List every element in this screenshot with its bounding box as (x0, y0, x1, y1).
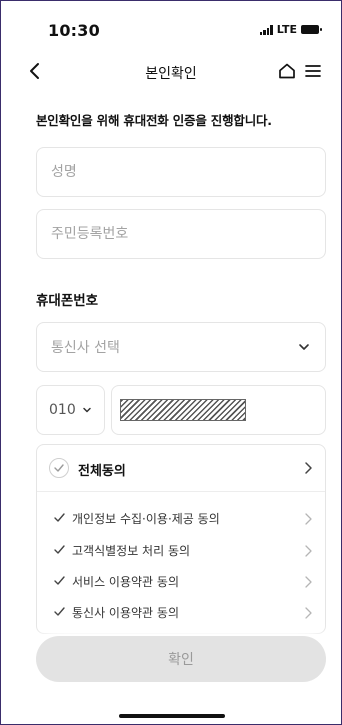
agreement-item-identity[interactable]: 고객식별정보 처리 동의 (37, 538, 325, 564)
chevron-right-icon[interactable] (303, 606, 313, 620)
agreement-label: 서비스 이용약관 동의 (72, 575, 179, 589)
check-icon (54, 576, 65, 585)
network-label: LTE (276, 23, 297, 36)
menu-icon[interactable] (303, 61, 323, 81)
phone-prefix-value: 010 (49, 402, 76, 418)
masked-phone-number (120, 399, 246, 421)
status-indicators: LTE (259, 23, 322, 36)
chevron-down-icon (299, 344, 309, 350)
chevron-down-icon (82, 407, 91, 413)
agreement-item-privacy[interactable]: 개인정보 수집·이용·제공 동의 (37, 506, 325, 532)
agree-all-label: 전체동의 (78, 464, 126, 479)
check-icon (54, 545, 65, 554)
agreement-item-service[interactable]: 서비스 이용약관 동의 (37, 569, 325, 595)
circle-check-icon[interactable] (49, 458, 69, 478)
name-field[interactable] (37, 148, 325, 196)
agreement-label: 통신사 이용약관 동의 (72, 606, 179, 620)
phone-section-label: 휴대폰번호 (36, 293, 99, 309)
phone-screen: 10:30 LTE 본인확인 본인확인을 위해 휴대전화 인증을 진행합니다. (0, 0, 342, 725)
signal-icon (259, 24, 273, 35)
rrn-field[interactable] (37, 210, 325, 258)
header: 본인확인 (1, 53, 341, 93)
home-icon[interactable] (277, 61, 297, 81)
battery-icon (301, 25, 322, 34)
carrier-select-text: 통신사 선택 (51, 340, 120, 356)
agree-all-row[interactable]: 전체동의 (37, 445, 325, 492)
confirm-button[interactable]: 확인 (36, 636, 326, 682)
phone-number-input[interactable] (111, 385, 326, 435)
intro-text: 본인확인을 위해 휴대전화 인증을 진행합니다. (36, 113, 272, 128)
chevron-right-icon[interactable] (303, 461, 313, 475)
status-bar: 10:30 LTE (1, 1, 341, 53)
name-field-wrapper (36, 147, 326, 197)
carrier-select[interactable]: 통신사 선택 (36, 322, 326, 372)
agreement-label: 고객식별정보 처리 동의 (72, 544, 191, 558)
agreement-item-carrier[interactable]: 통신사 이용약관 동의 (37, 600, 325, 626)
chevron-right-icon[interactable] (303, 575, 313, 589)
chevron-right-icon[interactable] (303, 512, 313, 526)
check-icon (54, 513, 65, 522)
status-time: 10:30 (48, 21, 100, 40)
check-icon (54, 607, 65, 616)
chevron-right-icon[interactable] (303, 544, 313, 558)
home-indicator (119, 714, 225, 718)
agreement-box: 전체동의 개인정보 수집·이용·제공 동의 고객식별정보 처리 동의 서비스 이… (36, 444, 326, 634)
rrn-field-wrapper (36, 209, 326, 259)
agreement-label: 개인정보 수집·이용·제공 동의 (72, 512, 220, 526)
phone-prefix-select[interactable]: 010 (36, 385, 105, 435)
